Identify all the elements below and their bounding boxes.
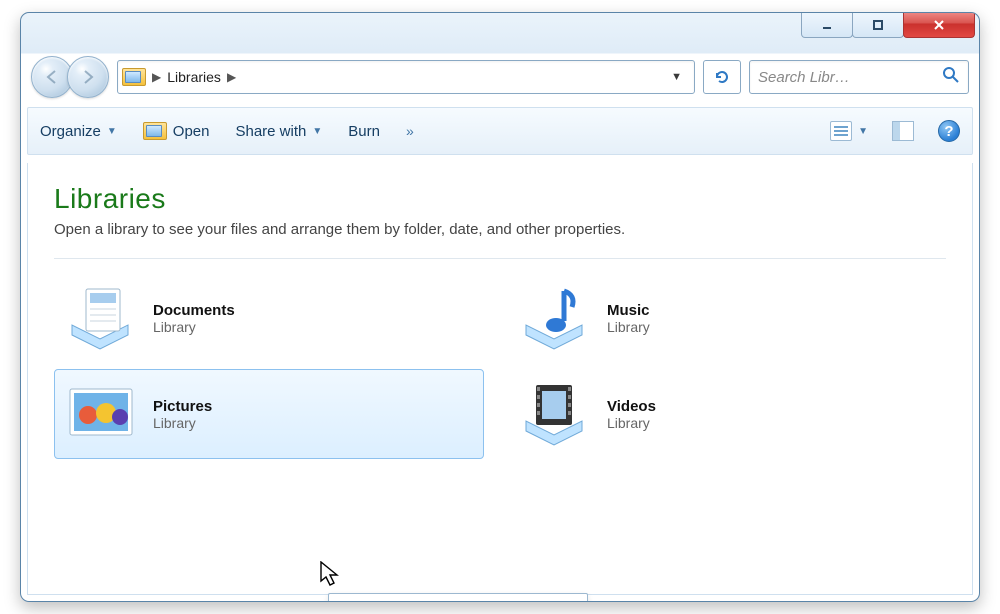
forward-button[interactable] <box>67 56 109 98</box>
videos-icon <box>519 378 591 450</box>
view-icon <box>830 121 852 141</box>
item-subtitle: Library <box>153 415 212 431</box>
library-item-documents[interactable]: Documents Library <box>54 273 484 363</box>
help-button[interactable]: ? <box>938 120 960 142</box>
explorer-window: ▶ Libraries ▶ ▼ Search Libr… Organize ▼ … <box>20 12 980 602</box>
navigation-row: ▶ Libraries ▶ ▼ Search Libr… <box>21 55 979 99</box>
library-item-videos[interactable]: Videos Library <box>508 369 938 459</box>
refresh-button[interactable] <box>703 60 741 94</box>
burn-button[interactable]: Burn <box>348 123 380 140</box>
view-options-button[interactable]: ▼ <box>830 121 868 141</box>
share-with-menu[interactable]: Share with ▼ <box>235 123 322 140</box>
item-name: Documents <box>153 302 235 319</box>
item-tooltip: Type: Library Date modified: 11/8/2009 1… <box>328 593 588 602</box>
window-caption-buttons <box>802 12 975 38</box>
pictures-icon <box>65 378 137 450</box>
music-icon <box>519 282 591 354</box>
mouse-cursor-icon <box>320 561 342 589</box>
folder-icon <box>143 122 167 140</box>
chevron-down-icon: ▼ <box>312 126 322 137</box>
item-name: Videos <box>607 398 656 415</box>
page-subtitle: Open a library to see your files and arr… <box>54 221 946 238</box>
organize-label: Organize <box>40 123 101 140</box>
item-subtitle: Library <box>607 415 656 431</box>
organize-menu[interactable]: Organize ▼ <box>40 123 117 140</box>
search-input[interactable]: Search Libr… <box>749 60 969 94</box>
libraries-icon <box>122 65 146 89</box>
close-button[interactable] <box>903 12 975 38</box>
library-item-music[interactable]: Music Library <box>508 273 938 363</box>
minimize-button[interactable] <box>801 12 853 38</box>
open-button[interactable]: Open <box>143 122 210 140</box>
refresh-icon <box>712 67 732 87</box>
content-area: Libraries Open a library to see your fil… <box>27 163 973 595</box>
nav-buttons <box>31 56 109 98</box>
item-name: Pictures <box>153 398 212 415</box>
page-title: Libraries <box>54 183 946 215</box>
share-with-label: Share with <box>235 123 306 140</box>
breadcrumb-separator-icon: ▶ <box>227 70 236 84</box>
documents-icon <box>65 282 137 354</box>
breadcrumb-separator-icon: ▶ <box>152 70 161 84</box>
item-subtitle: Library <box>153 319 235 335</box>
burn-label: Burn <box>348 123 380 140</box>
open-label: Open <box>173 123 210 140</box>
toolbar-overflow[interactable]: » <box>406 123 416 139</box>
divider <box>54 258 946 259</box>
item-subtitle: Library <box>607 319 650 335</box>
search-icon <box>942 66 960 88</box>
maximize-button[interactable] <box>852 12 904 38</box>
address-history-dropdown[interactable]: ▼ <box>663 71 690 83</box>
search-placeholder: Search Libr… <box>758 69 850 86</box>
library-item-pictures[interactable]: Pictures Library <box>54 369 484 459</box>
command-toolbar: Organize ▼ Open Share with ▼ Burn » ▼ ? <box>27 107 973 155</box>
address-bar[interactable]: ▶ Libraries ▶ ▼ <box>117 60 695 94</box>
library-grid: Documents Library Music Library <box>54 273 946 459</box>
chevron-down-icon: ▼ <box>858 126 868 137</box>
chevron-down-icon: ▼ <box>107 126 117 137</box>
preview-pane-button[interactable] <box>892 121 914 141</box>
breadcrumb-location[interactable]: Libraries <box>167 69 221 85</box>
item-name: Music <box>607 302 650 319</box>
